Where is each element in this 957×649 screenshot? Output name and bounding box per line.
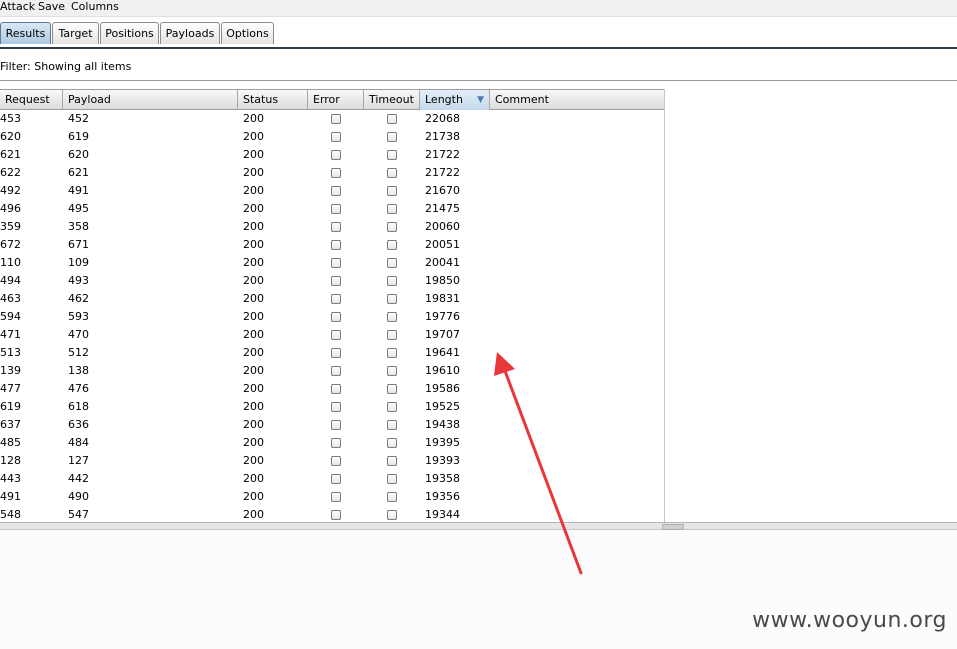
watermark: www.wooyun.org	[752, 608, 947, 633]
annotation-arrow-icon	[494, 352, 583, 575]
